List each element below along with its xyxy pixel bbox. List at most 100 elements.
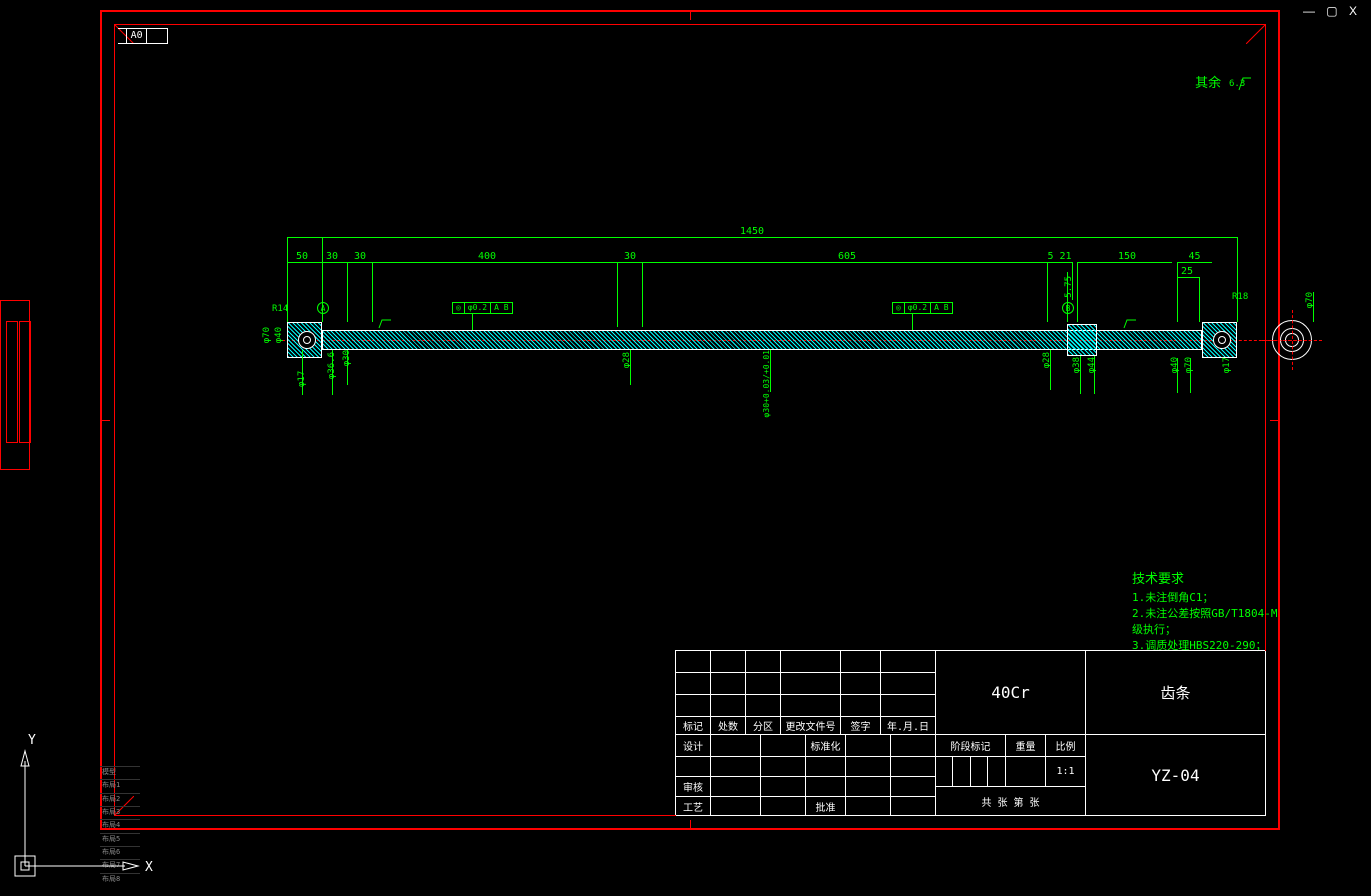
- dim-seg-400: 400: [472, 251, 502, 262]
- shaft-right-flange: [1202, 322, 1237, 358]
- tb-hdr-zone: 分区: [746, 717, 781, 735]
- fold-tick: [102, 420, 110, 421]
- dim-line: [1177, 277, 1199, 278]
- dim-d70-r: φ70: [1184, 357, 1194, 373]
- tb-design: 设计: [676, 735, 711, 757]
- paper-size-label: A0: [118, 28, 168, 44]
- dim-seg-45: 45: [1182, 251, 1207, 262]
- dim-line: [287, 237, 1237, 238]
- tb-approve: 批准: [806, 797, 846, 816]
- tb-scale-label: 比例: [1046, 735, 1086, 757]
- ext-line: [770, 350, 771, 392]
- dim-line: [617, 262, 642, 263]
- dim-overall-length: 1450: [722, 226, 782, 237]
- fcf-1: ◎φ0.2A B: [452, 302, 513, 314]
- dim-seg-30a: 30: [322, 251, 342, 262]
- ext-line: [1080, 356, 1081, 394]
- shaft-shoulder: [1067, 324, 1097, 356]
- tb-hdr-date: 年.月.日: [881, 717, 936, 735]
- dim-d44: φ44: [1087, 357, 1097, 373]
- tb-weight: 重量: [1006, 735, 1046, 757]
- tb-stage-mark: 阶段标记: [936, 735, 1006, 757]
- dim-r14: R14: [272, 304, 288, 314]
- datum-b: B: [1062, 302, 1074, 314]
- ext-line: [1050, 350, 1051, 390]
- dim-d40-l: φ40: [274, 327, 284, 343]
- part-drawing: 1450 50 30 30 400 30 605 5 21 150 45 25: [272, 232, 1322, 492]
- technical-requirements: 技术要求 1.未注倒角C1； 2.未注公差按照GB/T1804-M级执行； 3.…: [1132, 572, 1278, 654]
- dim-line: [287, 262, 322, 263]
- ext-line: [372, 262, 373, 322]
- drawing-frame-outer: 其余 6.3 A0 1450 50 30 30 400 30 605 5 21 …: [100, 10, 1280, 830]
- tb-hdr-doc: 更改文件号: [781, 717, 841, 735]
- dim-seg-521: 5 21: [1047, 251, 1072, 262]
- dim-line: [1177, 262, 1212, 263]
- dim-line: [1077, 262, 1172, 263]
- ext-line: [347, 262, 348, 322]
- ucs-icon[interactable]: Y X: [10, 726, 130, 886]
- tb-drawing-no: YZ-04: [1086, 735, 1266, 816]
- dim-seg-50: 50: [292, 251, 312, 262]
- ext-line: [630, 350, 631, 385]
- leader: [472, 314, 473, 330]
- adjacent-drawing-fragment: [0, 300, 30, 470]
- ext-line: [642, 262, 643, 327]
- dim-line: [322, 262, 347, 263]
- dim-seg-30c: 30: [620, 251, 640, 262]
- tech-req-item: 2.未注公差按照GB/T1804-M级执行；: [1132, 606, 1278, 638]
- dim-line: [347, 262, 372, 263]
- tb-hdr-mark: 标记: [676, 717, 711, 735]
- ext-line: [1199, 277, 1200, 322]
- minimize-icon[interactable]: —: [1303, 4, 1319, 18]
- tb-std: 标准化: [806, 735, 846, 757]
- ext-line: [302, 350, 303, 395]
- centerline: [1292, 310, 1293, 370]
- tb-scale-value: 1:1: [1046, 757, 1086, 787]
- dim-r18: R18: [1232, 292, 1248, 302]
- dim-seg-25: 25: [1177, 266, 1197, 277]
- tb-hdr-sig: 签字: [841, 717, 881, 735]
- ext-line: [1177, 358, 1178, 393]
- tb-hdr-qty: 处数: [711, 717, 746, 735]
- dim-d17-r: φ17: [1222, 357, 1232, 373]
- fcf-2: ◎φ0.2A B: [892, 302, 953, 314]
- dim-line: [1047, 262, 1072, 263]
- svg-text:6.3: 6.3: [1229, 79, 1245, 89]
- ucs-x-label: X: [145, 860, 153, 875]
- dim-seg-605: 605: [832, 251, 862, 262]
- tb-check: 审核: [676, 777, 711, 797]
- tech-req-title: 技术要求: [1132, 572, 1278, 588]
- ext-line: [1177, 262, 1178, 322]
- surface-roughness-icon: [1122, 318, 1138, 333]
- surface-roughness-icon: [377, 318, 393, 333]
- tech-req-item: 1.未注倒角C1；: [1132, 590, 1278, 606]
- tb-material: 40Cr: [936, 651, 1086, 735]
- ext-line: [347, 350, 348, 385]
- fold-tick: [690, 820, 691, 828]
- maximize-icon[interactable]: ▢: [1326, 4, 1341, 18]
- ucs-y-label: Y: [28, 733, 36, 748]
- ext-line: [1237, 237, 1238, 322]
- dim-d40-r: φ40: [1170, 357, 1180, 373]
- dim-seg-150: 150: [1112, 251, 1142, 262]
- ext-line: [1094, 356, 1095, 394]
- title-block: 标记 处数 分区 更改文件号 签字 年.月.日 设计 标准化 审核 工艺 批准: [675, 650, 1265, 815]
- dim-line: [372, 262, 617, 263]
- ext-line: [332, 350, 333, 395]
- shaft-left-flange: [287, 322, 322, 358]
- ext-line: [617, 262, 618, 327]
- dim-d70-l: φ70: [262, 327, 272, 343]
- dim-line: [642, 262, 1047, 263]
- surface-roughness-allover: 其余 6.3: [1195, 72, 1253, 92]
- tb-process: 工艺: [676, 797, 711, 816]
- dim-575: 5.75: [1064, 276, 1074, 298]
- tb-sheets: 共 张 第 张: [936, 787, 1086, 816]
- ext-line: [1077, 262, 1078, 322]
- datum-a: A: [317, 302, 329, 314]
- corner-mark: [1246, 24, 1266, 44]
- fold-tick: [690, 12, 691, 20]
- ext-line: [1047, 262, 1048, 322]
- leader: [912, 314, 913, 330]
- close-icon[interactable]: X: [1349, 4, 1361, 18]
- ext-line: [1313, 292, 1314, 322]
